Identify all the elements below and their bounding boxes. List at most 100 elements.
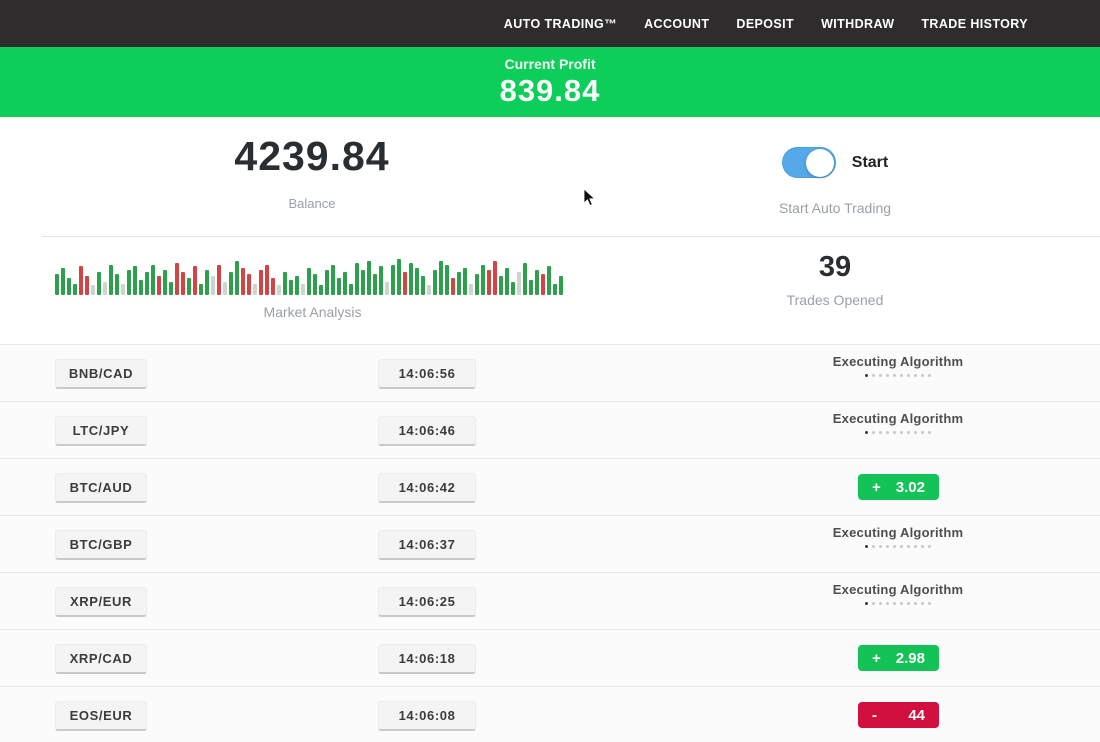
start-toggle[interactable] [782,147,836,178]
market-bar [85,276,89,295]
executing-algorithm-label: Executing Algorithm [758,354,1038,369]
profit-badge: +3.02 [858,474,939,500]
market-bar [445,265,449,295]
market-bar [175,263,179,295]
market-bar [91,285,95,295]
market-bar [169,282,173,295]
nav-item-withdraw[interactable]: WITHDRAW [821,17,894,31]
market-bar [307,268,311,295]
market-bar [355,263,359,295]
trades-opened-count: 39 [620,251,1050,284]
executing-algorithm-label: Executing Algorithm [758,411,1038,426]
market-bar [205,270,209,295]
market-analysis-box: Market Analysis [55,255,570,320]
progress-dot [879,431,882,434]
progress-dots [758,431,1038,434]
progress-dot [921,545,924,548]
time-chip: 14:06:08 [378,701,476,731]
time-chip: 14:06:25 [378,587,476,617]
nav-item-trade-history[interactable]: TRADE HISTORY [921,17,1028,31]
progress-dot [872,545,875,548]
market-bar [181,272,185,295]
progress-dot [900,545,903,548]
pair-chip: EOS/EUR [55,701,147,731]
market-bar [247,274,251,295]
market-bar [265,265,269,295]
result-value: 2.98 [896,650,925,667]
progress-dot [900,602,903,605]
market-bar [217,265,221,295]
market-bar [271,278,275,295]
auto-trading-page: AUTO TRADING™ ACCOUNT DEPOSIT WITHDRAW TRADE… [0,0,1100,742]
progress-dot [914,545,917,548]
pair-chip: BTC/GBP [55,530,147,560]
market-bar [421,276,425,295]
progress-dot [886,545,889,548]
current-profit-label: Current Profit [0,56,1100,72]
market-bar [349,284,353,295]
market-bar [391,265,395,295]
current-profit-banner: Current Profit 839.84 [0,47,1100,117]
nav-item-auto-trading[interactable]: AUTO TRADING™ [504,17,617,31]
progress-dot [886,602,889,605]
market-analysis-caption: Market Analysis [55,304,570,320]
market-bar [415,268,419,295]
market-bar [223,282,227,295]
executing-status-cell: Executing Algorithm [758,525,1038,548]
balance-caption: Balance [42,196,582,211]
progress-dots [758,374,1038,377]
progress-dot [886,374,889,377]
market-bar [229,272,233,295]
market-bar [55,274,59,295]
market-bar [403,272,407,295]
progress-dot [921,431,924,434]
executing-algorithm-label: Executing Algorithm [758,525,1038,540]
progress-dot [900,374,903,377]
nav-item-deposit[interactable]: DEPOSIT [736,17,794,31]
mouse-cursor-icon [583,188,597,208]
market-bar [277,285,281,295]
trades-opened-box: 39 Trades Opened [620,251,1050,308]
nav-item-account[interactable]: ACCOUNT [644,17,709,31]
market-bar [379,266,383,295]
market-bar [529,280,533,295]
market-bar [109,265,113,295]
market-bar [505,268,509,295]
market-bar [547,266,551,295]
market-bar [121,284,125,295]
market-bar [97,272,101,295]
progress-dot [886,431,889,434]
time-chip: 14:06:18 [378,644,476,674]
market-bar [283,272,287,295]
market-bar [103,282,107,295]
progress-dot [865,602,868,605]
progress-dots [758,602,1038,605]
progress-dot [907,545,910,548]
time-chip: 14:06:42 [378,473,476,503]
progress-dot [872,374,875,377]
market-bar [541,274,545,295]
toggle-knob-icon [806,149,834,177]
table-row: LTC/JPY14:06:46Executing Algorithm [0,401,1100,458]
balance-section: 4239.84 Balance Start Start Auto Trading [0,117,1100,236]
market-bar [331,265,335,295]
market-bar [535,270,539,295]
progress-dot [879,374,882,377]
progress-dot [893,602,896,605]
market-bar [481,265,485,295]
market-bar [517,272,521,295]
market-bar [289,280,293,295]
market-bar [487,270,491,295]
market-bar [553,284,557,295]
current-profit-value: 839.84 [0,73,1100,109]
market-bar [385,282,389,295]
profit-badge: +2.98 [858,645,939,671]
pair-chip: BTC/AUD [55,473,147,503]
progress-dot [893,545,896,548]
market-bar [139,280,143,295]
market-bar [127,270,131,295]
top-nav: AUTO TRADING™ ACCOUNT DEPOSIT WITHDRAW TRADE… [0,0,1100,47]
progress-dots [758,545,1038,548]
market-bar [211,276,215,295]
balance-value: 4239.84 [42,133,582,180]
